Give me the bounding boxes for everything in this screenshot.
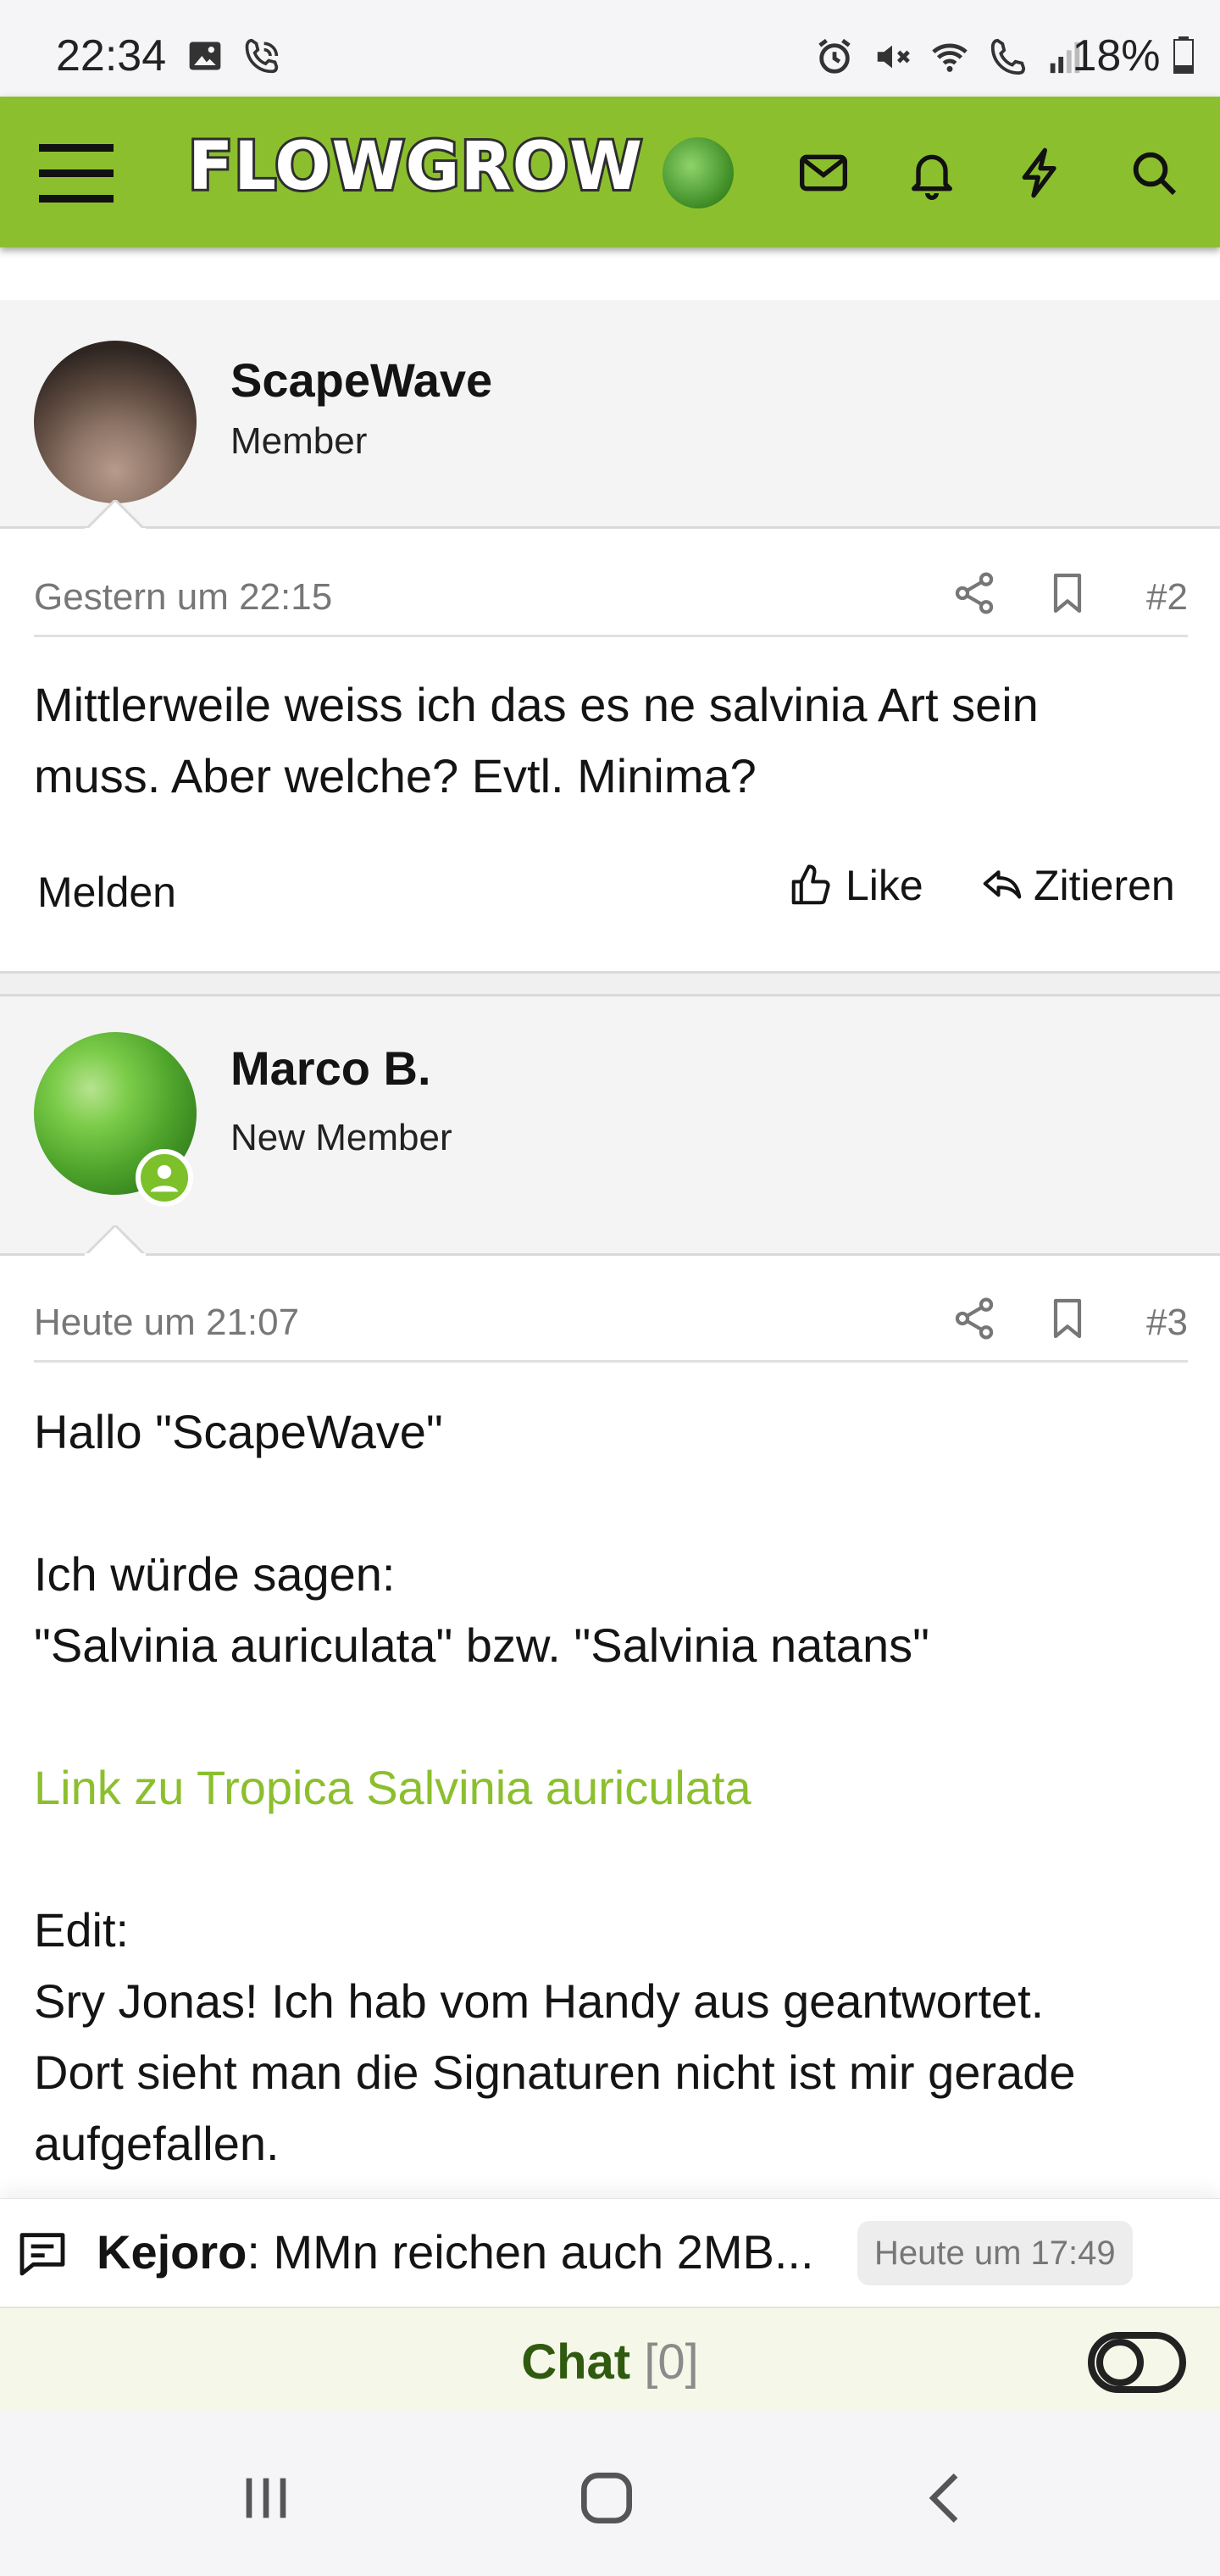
post-greeting: Hallo "ScapeWave" (34, 1405, 443, 1458)
menu-icon[interactable] (39, 141, 114, 205)
status-time: 22:34 (56, 31, 167, 80)
post-author-header: ScapeWave Member (0, 300, 1220, 529)
post-date[interactable]: Heute um 21:07 (34, 1302, 299, 1344)
chat-toggle-icon[interactable] (1088, 2330, 1186, 2395)
share-icon[interactable] (951, 1295, 998, 1342)
tropica-link[interactable]: Link zu Tropica Salvinia auriculata (34, 1752, 1186, 1824)
search-icon[interactable] (1127, 146, 1181, 200)
wifi-call-icon (245, 38, 279, 74)
post-text-line: Ich würde sagen: (34, 1547, 396, 1601)
author-role: Member (230, 420, 368, 462)
chat-message: : MMn reichen auch 2MB... (247, 2225, 814, 2279)
post-text-line: "Salvinia auriculata" bzw. "Salvinia nat… (34, 1618, 929, 1672)
flowgrow-logo[interactable]: FLOWGROW (186, 126, 645, 208)
back-icon[interactable] (913, 2464, 981, 2532)
status-bar: 22:34 18% (0, 0, 1220, 97)
mail-icon[interactable] (796, 146, 851, 200)
author-name[interactable]: ScapeWave (230, 353, 492, 408)
online-badge (136, 1149, 193, 1207)
avatar[interactable] (34, 341, 197, 503)
battery-level: 18% (1072, 31, 1195, 81)
post-edit-label: Edit: (34, 1903, 130, 1957)
user-avatar[interactable] (663, 137, 734, 208)
post-date[interactable]: Gestern um 22:15 (34, 576, 332, 619)
post-text-line: aufgefallen. (34, 2117, 280, 2170)
author-name[interactable]: Marco B. (230, 1041, 431, 1096)
mute-icon (877, 45, 910, 69)
post-meta: Heute um 21:07 #3 (34, 1269, 1188, 1363)
post-text-line: Dort sieht man die Signaturen nicht ist … (34, 2046, 1076, 2099)
chat-timestamp: Heute um 17:49 (857, 2221, 1133, 2285)
app-bar: FLOWGROW (0, 97, 1220, 247)
thumbs-up-icon (791, 864, 830, 905)
post-separator (0, 971, 1220, 997)
chat-label[interactable]: Chat (521, 2334, 630, 2390)
post-body: Mittlerweile weiss ich das es ne salvini… (34, 669, 1186, 812)
bookmark-icon[interactable] (1044, 569, 1091, 617)
recent-apps-icon[interactable] (232, 2464, 300, 2532)
user-icon (150, 1164, 179, 1192)
caret-pointer (85, 1225, 146, 1256)
caret-pointer (85, 500, 146, 530)
bookmark-icon[interactable] (1044, 1295, 1091, 1342)
call-signal-icon (990, 38, 1026, 75)
chat-count: [0] (644, 2334, 699, 2390)
report-button[interactable]: Melden (37, 868, 176, 917)
post-text-line: Mittlerweile weiss ich das es ne salvini… (34, 678, 1039, 731)
battery-icon (1173, 36, 1194, 74)
post-number[interactable]: #2 (1146, 576, 1188, 619)
share-icon[interactable] (951, 569, 998, 617)
chat-preview[interactable]: Kejoro: MMn reichen auch 2MB... Heute um… (0, 2198, 1220, 2307)
alarm-icon (818, 38, 851, 74)
image-icon (189, 42, 221, 70)
lightning-icon[interactable] (1013, 146, 1068, 200)
reply-icon (983, 870, 1022, 899)
post-number[interactable]: #3 (1146, 1302, 1188, 1344)
chat-user[interactable]: Kejoro (97, 2225, 247, 2279)
post-author-header: Marco B. New Member (0, 997, 1220, 1256)
bell-icon[interactable] (905, 146, 959, 200)
author-role: New Member (230, 1117, 452, 1158)
post-actions: Melden Like Zitieren (37, 858, 1190, 925)
chat-message-icon (19, 2233, 65, 2276)
home-icon[interactable] (573, 2464, 640, 2532)
post-text-line: muss. Aber welche? Evtl. Minima? (34, 749, 757, 802)
chat-bar[interactable]: Chat [0] (0, 2307, 1220, 2412)
wifi-icon (932, 43, 968, 72)
quote-button[interactable]: Zitieren (979, 861, 1175, 910)
post-text-line: Sry Jonas! Ich hab vom Handy aus geantwo… (34, 1974, 1045, 2028)
post-meta: Gestern um 22:15 #2 (34, 544, 1188, 637)
post-body: Hallo "ScapeWave" Ich würde sagen: "Salv… (34, 1396, 1186, 2179)
like-button[interactable]: Like (788, 861, 923, 910)
system-nav-bar (0, 2412, 1220, 2576)
